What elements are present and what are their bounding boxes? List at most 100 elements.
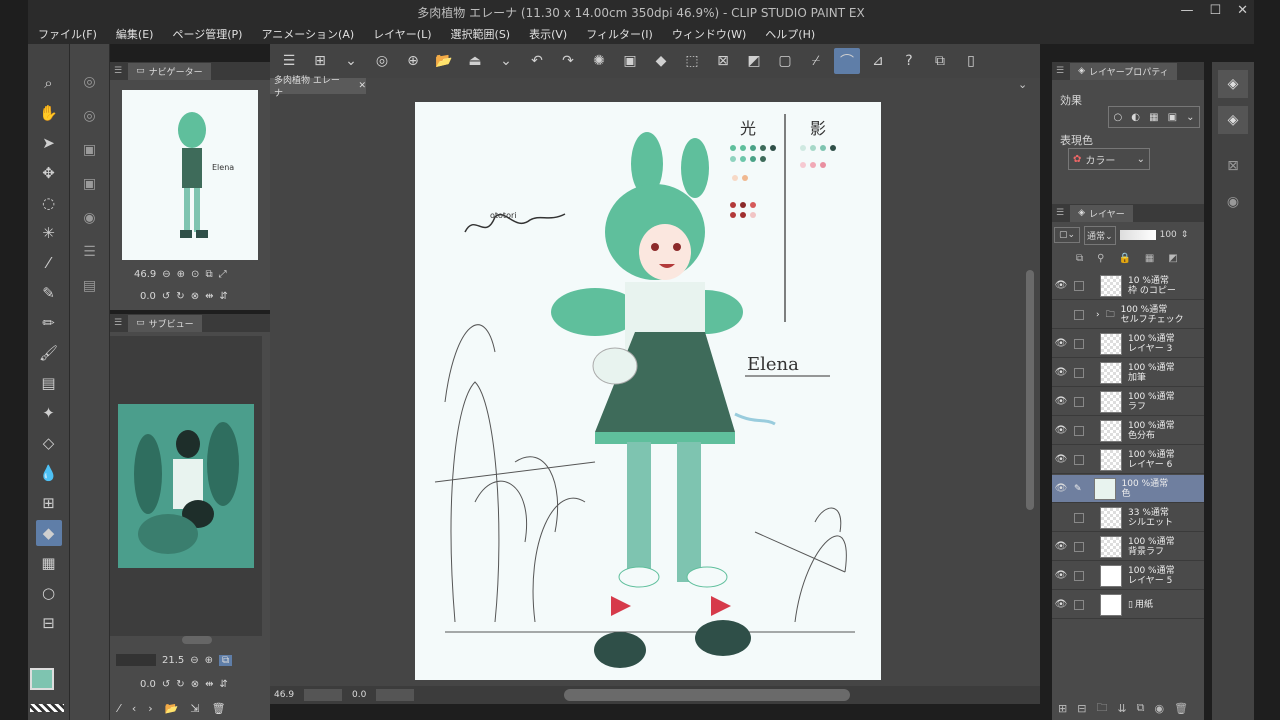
undo-icon[interactable]: ↶: [524, 48, 550, 74]
sub-tool-3-icon[interactable]: ▣: [76, 136, 104, 164]
search-layer-icon[interactable]: ⊠: [1218, 152, 1248, 180]
history-icon[interactable]: ◉: [1218, 188, 1248, 216]
move-layer-icon[interactable]: ✥: [36, 160, 62, 186]
subview-import-icon[interactable]: ⇲: [190, 702, 199, 715]
subview-reset-icon[interactable]: ⊗: [191, 679, 199, 690]
invert-selection-icon[interactable]: ◩: [741, 48, 767, 74]
flip-vertical-icon[interactable]: ⇵: [219, 291, 227, 302]
subview-zoom-slider[interactable]: [116, 654, 156, 666]
eyedropper-icon[interactable]: ⁄: [36, 250, 62, 276]
hand-icon[interactable]: ✋: [36, 100, 62, 126]
opacity-value[interactable]: 100: [1160, 230, 1177, 240]
reset-rotation-icon[interactable]: ⊗: [191, 291, 199, 302]
redo-icon[interactable]: ↷: [555, 48, 581, 74]
eye-icon[interactable]: 👁: [1052, 541, 1070, 552]
fit-icon[interactable]: ⊙: [191, 269, 199, 280]
status-rotation-slider[interactable]: [376, 689, 415, 701]
transform-icon[interactable]: ⬚: [679, 48, 705, 74]
layer-tab[interactable]: ◈ レイヤー: [1070, 204, 1133, 222]
layer-row[interactable]: 👁 100 %通常 加筆: [1052, 359, 1204, 387]
layer-row[interactable]: 👁 100 %通常 レイヤー 6: [1052, 446, 1204, 474]
delete-layer-icon[interactable]: 🗑: [1174, 702, 1188, 715]
layer-row[interactable]: 👁 100 %通常 ラフ: [1052, 388, 1204, 416]
snap-grid-icon[interactable]: ⊿: [865, 48, 891, 74]
menu-filter[interactable]: フィルター(I): [586, 26, 653, 42]
ruler-icon[interactable]: ⊞: [36, 490, 62, 516]
subview-scrollbar[interactable]: [182, 636, 212, 644]
subview-prev-icon[interactable]: ‹: [132, 702, 136, 715]
menu-view[interactable]: 表示(V): [529, 26, 567, 42]
paper-layer-row[interactable]: 👁 ▯ 用紙: [1052, 591, 1204, 619]
shape-icon[interactable]: ○: [36, 580, 62, 606]
layer-row[interactable]: 👁 100 %通常 レイヤー 5: [1052, 562, 1204, 590]
sub-tool-1-icon[interactable]: ◎: [76, 68, 104, 96]
blend-mode-select[interactable]: 通常⌄: [1084, 225, 1116, 245]
layer-checkbox[interactable]: [1074, 367, 1084, 378]
layer-row[interactable]: 33 %通常 シルエット: [1052, 504, 1204, 532]
subview-rotate-left-icon[interactable]: ↺: [162, 679, 170, 690]
layer-row-selected[interactable]: 👁 ✎ 100 %通常色: [1052, 475, 1204, 503]
layer-checkbox[interactable]: [1074, 396, 1084, 407]
sub-tool-7-icon[interactable]: ▤: [76, 272, 104, 300]
sub-tool-6-icon[interactable]: ☰: [76, 238, 104, 266]
layer-checkbox[interactable]: [1074, 425, 1084, 436]
new-raster-layer-icon[interactable]: ⊞: [1058, 702, 1067, 715]
eye-icon[interactable]: 👁: [1052, 425, 1070, 436]
new-vector-layer-icon[interactable]: ⊟: [1077, 702, 1086, 715]
combine-layer-icon[interactable]: ⧉: [1137, 701, 1145, 715]
subview-fit-icon[interactable]: ⧉: [219, 654, 233, 666]
lasso-icon[interactable]: ◌: [36, 190, 62, 216]
subview-eyedropper-icon[interactable]: ⁄: [118, 702, 120, 715]
eye-icon[interactable]: 👁: [1052, 396, 1070, 407]
clip-studio-icon[interactable]: ◎: [369, 48, 395, 74]
new-icon[interactable]: ⊞: [307, 48, 333, 74]
subview-rotate-right-icon[interactable]: ↻: [176, 679, 184, 690]
effect-dropdown-icon[interactable]: ⌄: [1186, 112, 1194, 123]
layer-color-dropdown[interactable]: ▢⌄: [1054, 227, 1081, 243]
subview-zoom-out-icon[interactable]: ⊖: [190, 655, 198, 666]
operation-icon[interactable]: ➤: [36, 130, 62, 156]
tone-icon[interactable]: ▦: [1149, 112, 1158, 123]
layer-checkbox[interactable]: [1074, 454, 1084, 465]
menu-file[interactable]: ファイル(F): [38, 26, 97, 42]
layer-strip-icon[interactable]: ◈: [1218, 106, 1248, 134]
reference-image[interactable]: [118, 404, 254, 568]
canvas-vertical-scrollbar[interactable]: [1026, 270, 1034, 510]
tab-list-icon[interactable]: ⌄: [1018, 78, 1027, 91]
status-rotation[interactable]: 0.0: [352, 690, 366, 700]
eye-icon[interactable]: 👁: [1052, 280, 1070, 291]
watercolor-icon[interactable]: ◐: [1131, 112, 1140, 123]
subview-tab[interactable]: ▭ サブビュー: [128, 314, 202, 332]
snap-ruler-icon[interactable]: ⌿: [803, 48, 829, 74]
layer-checkbox[interactable]: [1074, 280, 1084, 291]
layer-color-icon[interactable]: ▣: [1168, 112, 1177, 123]
layer-checkbox[interactable]: [1074, 541, 1084, 552]
eye-icon[interactable]: 👁: [1052, 454, 1070, 465]
new-file-icon[interactable]: ⊕: [400, 48, 426, 74]
effect-buttons[interactable]: ○ ◐ ▦ ▣ ⌄: [1108, 106, 1200, 128]
folder-expand-icon[interactable]: ›: [1096, 310, 1100, 320]
layer-row[interactable]: 👁 100 %通常 レイヤー 3: [1052, 330, 1204, 358]
rotate-right-icon[interactable]: ↻: [176, 291, 184, 302]
layer-row[interactable]: 👁 100 %通常 背景ラフ: [1052, 533, 1204, 561]
mask-icon[interactable]: ◩: [1168, 253, 1177, 264]
minimize-icon[interactable]: —: [1180, 3, 1193, 18]
eye-icon[interactable]: 👁: [1052, 570, 1070, 581]
create-mask-icon[interactable]: ◉: [1155, 702, 1165, 715]
flip-horizontal-icon[interactable]: ⇹: [205, 291, 213, 302]
layer-checkbox[interactable]: [1074, 338, 1084, 349]
color-expression-select[interactable]: ✿ カラー ⌄: [1068, 148, 1150, 170]
lock-transparency-icon[interactable]: ▦: [1145, 253, 1154, 264]
menu-animation[interactable]: アニメーション(A): [261, 26, 354, 42]
expand-icon[interactable]: ⤢: [219, 269, 227, 280]
subview-next-icon[interactable]: ›: [148, 702, 152, 715]
menu-page[interactable]: ページ管理(P): [172, 26, 242, 42]
decoration-icon[interactable]: ✦: [36, 400, 62, 426]
zoom-out-icon[interactable]: ⊖: [162, 269, 170, 280]
gradient-icon[interactable]: ▦: [36, 550, 62, 576]
subview-flip-v-icon[interactable]: ⇵: [219, 679, 227, 690]
pencil-icon[interactable]: ✏: [36, 310, 62, 336]
fit-screen-icon[interactable]: ⧉: [205, 269, 212, 280]
save-icon[interactable]: ⏏: [462, 48, 488, 74]
subview-delete-icon[interactable]: 🗑: [212, 702, 226, 715]
